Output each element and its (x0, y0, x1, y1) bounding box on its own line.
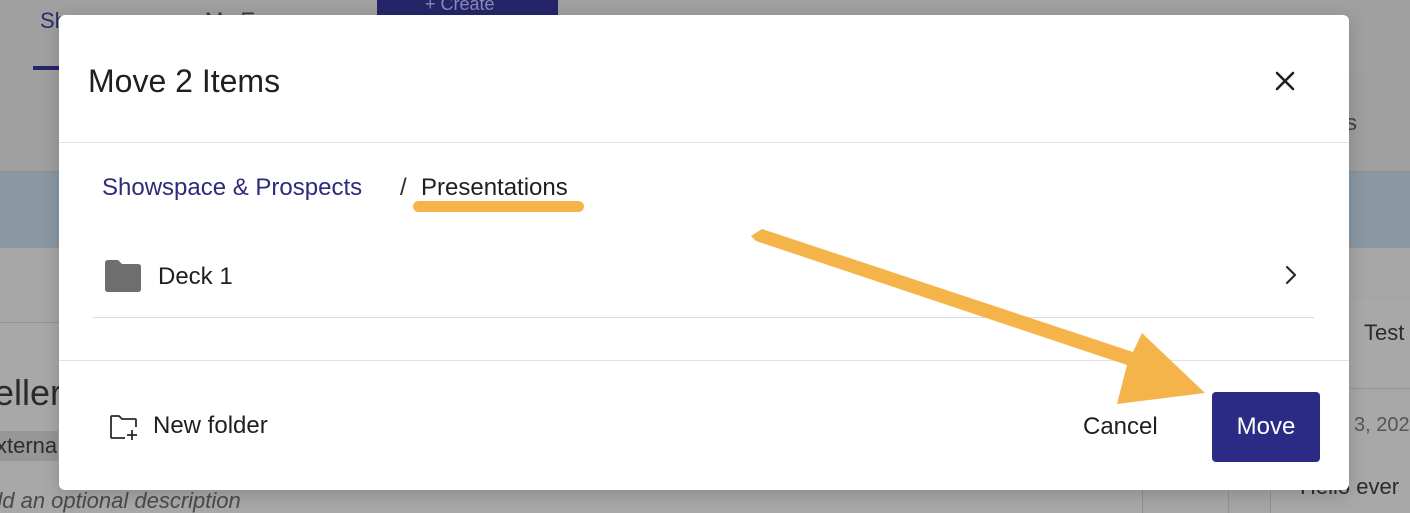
dialog-title: Move 2 Items (88, 63, 281, 99)
dialog-header: Move 2 Items (59, 15, 1349, 143)
background-right-title: Test (1364, 320, 1405, 345)
cancel-button[interactable]: Cancel (1083, 407, 1158, 447)
breadcrumb-current-presentations: Presentations (421, 174, 568, 201)
folder-plus-icon (110, 415, 137, 440)
folder-row[interactable]: Deck 1 (93, 239, 1314, 318)
background-right-date: 3, 202 (1354, 414, 1410, 436)
close-button[interactable] (1265, 61, 1305, 101)
dialog-footer: New folder Cancel Move (59, 360, 1349, 490)
background-card-description: dd an optional description (0, 488, 241, 513)
background-card-title: eller (0, 372, 63, 413)
folder-icon (105, 260, 141, 292)
close-icon (1275, 71, 1295, 91)
breadcrumb-link-showspace[interactable]: Showspace & Prospects (102, 172, 362, 204)
new-folder-label: New folder (153, 412, 268, 439)
annotation-underline (413, 201, 584, 212)
background-card-tag: xterna (0, 431, 58, 461)
breadcrumb-separator: / (400, 174, 407, 201)
chevron-right-icon[interactable] (1281, 263, 1301, 287)
move-button[interactable]: Move (1212, 392, 1320, 462)
folder-name: Deck 1 (158, 263, 233, 290)
move-items-dialog: Move 2 Items Showspace & Prospects / Pre… (59, 15, 1349, 490)
background-create-label: + Create (425, 0, 495, 14)
